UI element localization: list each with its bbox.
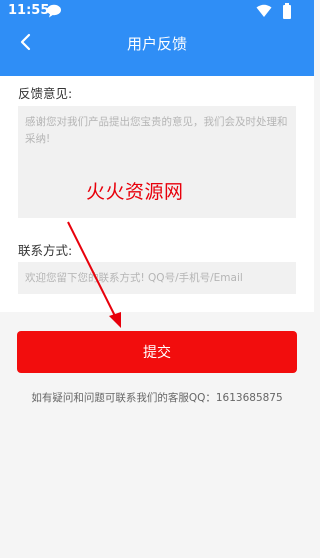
page-title: 用户反馈 [126, 35, 187, 53]
feedback-label: 反馈意见: [18, 86, 73, 101]
contact-input[interactable] [18, 262, 296, 294]
support-contact-note: 如有疑问和问题可联系我们的客服QQ：1613685875 [31, 392, 283, 404]
submit-button[interactable]: 提交 [17, 331, 297, 373]
status-time: 11:55 [8, 3, 50, 18]
chat-bubble-icon [47, 4, 61, 18]
status-bar: 11:55 [0, 0, 314, 24]
watermark-text: 火火资源网 [86, 181, 184, 203]
app-bar: 11:55 用户反馈 [0, 0, 314, 76]
wifi-icon [256, 4, 272, 17]
battery-icon [283, 3, 291, 19]
contact-label: 联系方式: [18, 243, 73, 258]
